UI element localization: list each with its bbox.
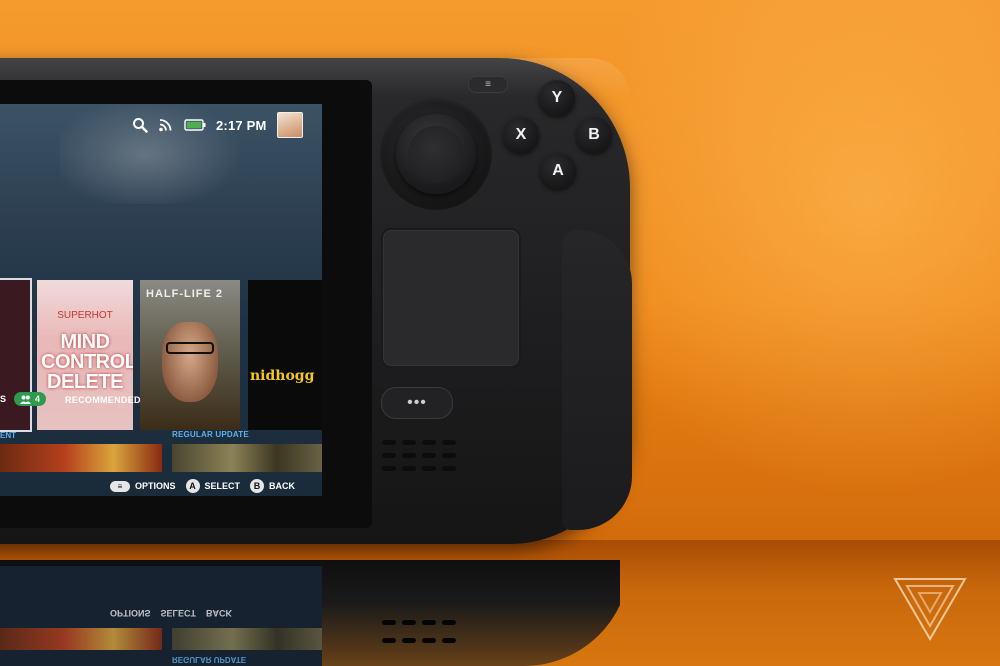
b-button[interactable]: B — [576, 117, 612, 153]
game-title: nidhogg — [250, 368, 315, 384]
friends-tab-label: S — [0, 394, 7, 404]
y-button[interactable]: Y — [539, 80, 575, 116]
hint-options-label: OPTIONS — [135, 481, 176, 491]
menu-button[interactable]: ≡ — [468, 76, 508, 93]
right-stick-cap — [408, 126, 464, 182]
a-button-icon: A — [185, 479, 200, 493]
reflection-screen: OPTIONS SELECT BACK — [0, 566, 322, 666]
friends-badge: 4 — [14, 392, 47, 406]
x-button[interactable]: X — [503, 117, 539, 153]
game-subtitle: SUPERHOT — [57, 310, 113, 321]
game-tile[interactable]: nidhogg — [248, 280, 322, 430]
reflection-section-label: REGULAR UPDATE — [172, 655, 247, 664]
game-tile[interactable]: SUPERHOT MIND CONTROL DELETE — [37, 280, 133, 430]
game-art — [162, 322, 218, 402]
reflection-select: SELECT — [160, 608, 197, 618]
game-title: MIND CONTROL DELETE — [41, 331, 133, 393]
hint-back-label: BACK — [269, 481, 296, 491]
game-tile-selected[interactable] — [0, 278, 32, 432]
clock: 2:17 PM — [216, 117, 267, 133]
reflection-thumbnail — [0, 628, 162, 650]
game-tile[interactable]: HALF-LIFE 2 — [140, 280, 240, 430]
hint-options[interactable]: ≡ OPTIONS — [110, 480, 176, 492]
event-thumbnail[interactable] — [0, 444, 162, 472]
reflection-hints: OPTIONS SELECT BACK — [110, 608, 232, 618]
game-art-glasses — [166, 342, 214, 354]
hint-select[interactable]: A SELECT — [185, 479, 241, 493]
reflection-back: BACK — [206, 608, 233, 618]
quick-access-button[interactable]: ••• — [381, 387, 453, 419]
people-icon — [20, 395, 32, 404]
event-thumbnail[interactable] — [172, 444, 322, 472]
tab-recommended[interactable]: RECOMMENDED — [65, 395, 141, 405]
reflection-speaker — [382, 620, 456, 650]
screen: 2:17 PM SUPERHOT MIND CONTROL DELETE HAL… — [0, 104, 322, 496]
device-reflection: OPTIONS SELECT BACK REGULAR UPDATE — [0, 560, 620, 666]
verge-logo-icon — [893, 578, 967, 641]
game-title: HALF-LIFE 2 — [146, 288, 223, 300]
search-icon[interactable] — [132, 117, 148, 133]
section-label: ENT — [0, 431, 16, 440]
reflection-options: OPTIONS — [110, 608, 151, 618]
a-button[interactable]: A — [540, 153, 576, 189]
b-button-icon: B — [250, 479, 265, 493]
section-label: REGULAR UPDATE — [172, 430, 249, 439]
avatar[interactable] — [276, 112, 303, 138]
friends-count: 4 — [35, 394, 41, 404]
hint-select-label: SELECT — [204, 481, 241, 491]
right-grip — [562, 230, 632, 530]
speaker-grille — [382, 440, 456, 474]
friends-tab[interactable]: S 4 — [0, 392, 47, 406]
button-hints: ≡ OPTIONS A SELECT B BACK — [110, 479, 295, 493]
menu-icon: ≡ — [110, 480, 130, 492]
right-trackpad[interactable] — [381, 228, 521, 368]
reflection-thumbnail — [172, 628, 322, 650]
hint-back[interactable]: B BACK — [250, 479, 295, 493]
status-bar: 2:17 PM — [132, 112, 303, 138]
wifi-icon — [158, 118, 174, 132]
battery-icon — [184, 119, 206, 131]
